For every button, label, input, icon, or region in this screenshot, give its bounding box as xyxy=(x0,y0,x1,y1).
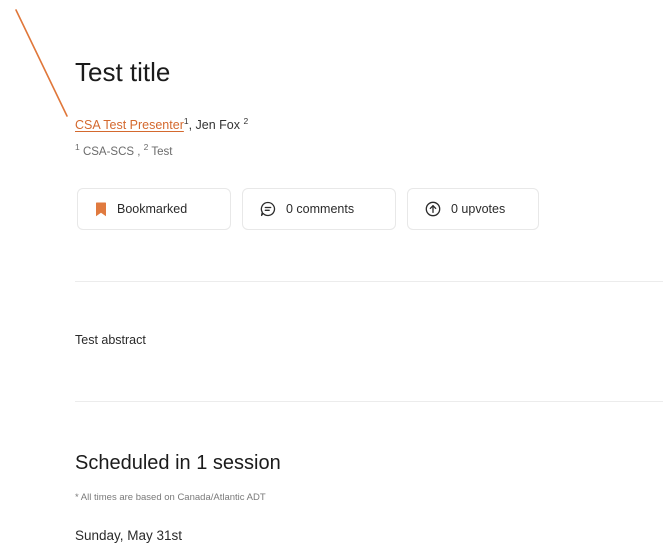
schedule-heading: Scheduled in 1 session xyxy=(75,452,281,474)
affiliation-name: CSA-SCS xyxy=(82,146,135,158)
timezone-note: * All times are based on Canada/Atlantic… xyxy=(75,492,266,503)
divider xyxy=(75,281,663,282)
affiliation-ref: 2 xyxy=(143,142,149,153)
bookmark-button[interactable]: Bookmarked xyxy=(77,188,231,230)
affiliation-list: 1 CSA-SCS , 2 Test xyxy=(75,142,173,158)
comments-label: 0 comments xyxy=(286,202,355,216)
action-bar: Bookmarked 0 comments 0 upvotes xyxy=(77,188,539,230)
author-affiliation-ref: 2 xyxy=(243,115,249,126)
affiliation-name: Test xyxy=(151,146,173,158)
affiliation-ref: 1 xyxy=(75,142,80,153)
comments-button[interactable]: 0 comments xyxy=(242,188,396,230)
page-title: Test title xyxy=(75,57,171,87)
session-date-heading: Sunday, May 31st xyxy=(75,528,183,543)
author-list: CSA Test Presenter1, Jen Fox 2 xyxy=(75,115,249,132)
author-name-jen-fox: Jen Fox xyxy=(195,118,241,132)
comment-icon xyxy=(260,201,276,217)
bookmark-icon xyxy=(96,202,106,216)
upvotes-label: 0 upvotes xyxy=(451,202,506,216)
upvote-button[interactable]: 0 upvotes xyxy=(407,188,539,230)
author-link-csa-test-presenter[interactable]: CSA Test Presenter xyxy=(75,118,184,132)
upvote-icon xyxy=(425,201,441,217)
bookmark-label: Bookmarked xyxy=(117,202,188,216)
divider xyxy=(75,401,663,402)
abstract-text: Test abstract xyxy=(75,333,146,347)
